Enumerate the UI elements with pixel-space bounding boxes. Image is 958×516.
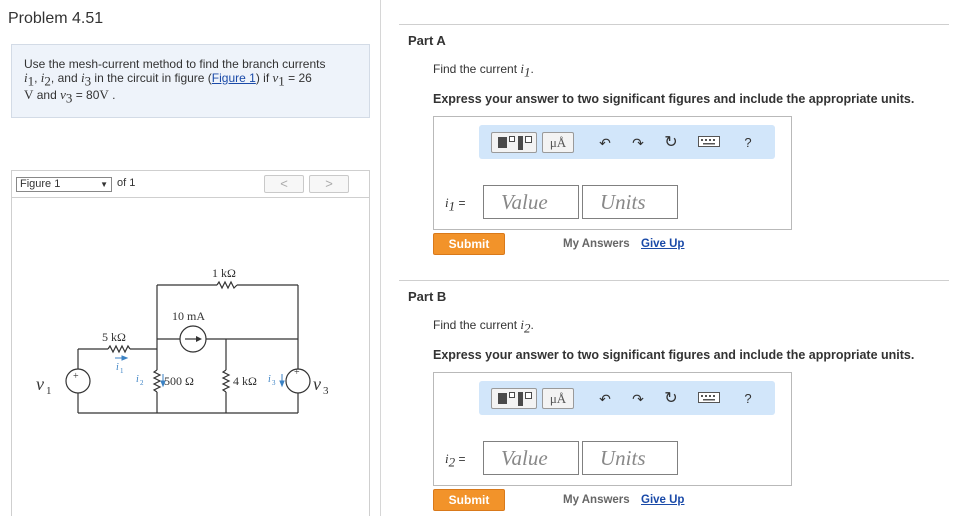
label-v1: v — [36, 374, 44, 394]
resistor-500 — [152, 369, 162, 393]
problem-panel: Problem 4.51 Use the mesh-current method… — [0, 0, 381, 516]
problem-text-3: ) if — [255, 71, 273, 85]
v3-value: = 80 — [72, 88, 100, 103]
math-toolbar: μÅ ↶ ↷ ↻ ? — [479, 381, 775, 415]
units-icon[interactable]: μÅ — [542, 132, 574, 153]
part-a-answer-box: μÅ ↶ ↷ ↻ ? i1 = Value Units — [433, 116, 792, 230]
units-input[interactable]: Units — [582, 441, 678, 475]
label-eq: = — [455, 196, 466, 210]
problem-text-2: in the circuit in figure ( — [91, 71, 212, 85]
next-figure-button[interactable]: > — [309, 175, 349, 193]
label-10ma: 10 mA — [172, 309, 205, 323]
part-b-answer-box: μÅ ↶ ↷ ↻ ? i2 = Value Units — [433, 372, 792, 486]
label-v3: v — [313, 374, 321, 394]
resistor-4k — [221, 369, 231, 393]
figure-select-value: Figure 1 — [20, 178, 61, 190]
previous-figure-button[interactable]: < — [264, 175, 304, 193]
units-icon[interactable]: μÅ — [542, 388, 574, 409]
figure-area: Figure 1 ▼ of 1 < > 1 kΩ 10 mA 5 kΩ 500 … — [11, 170, 370, 516]
problem-statement: Use the mesh-current method to find the … — [11, 44, 370, 118]
reset-icon[interactable]: ↻ — [662, 134, 680, 152]
question-text: Find the current — [433, 318, 521, 332]
submit-button[interactable]: Submit — [433, 489, 505, 511]
label-5k: 5 kΩ — [102, 330, 126, 344]
reset-icon[interactable]: ↻ — [662, 390, 680, 408]
resistor-5k — [107, 344, 131, 354]
label-i2-sub: 2 — [140, 379, 144, 387]
figure-toolbar: Figure 1 ▼ of 1 < > — [12, 171, 369, 198]
my-answers-link[interactable]: My Answers — [563, 238, 630, 250]
my-answers-link[interactable]: My Answers — [563, 494, 630, 506]
undo-icon[interactable]: ↶ — [596, 390, 614, 408]
redo-icon[interactable]: ↷ — [629, 134, 647, 152]
unit-v2: V — [99, 87, 109, 103]
label-i3-sub: 3 — [272, 379, 276, 387]
label-i3: i — [268, 374, 271, 385]
keyboard-icon[interactable] — [697, 390, 721, 408]
figure-select[interactable]: Figure 1 ▼ — [16, 177, 112, 192]
figure-count: of 1 — [117, 177, 136, 189]
label-1k: 1 kΩ — [212, 266, 236, 280]
give-up-link[interactable]: Give Up — [641, 238, 684, 250]
part-a-instruction: Express your answer to two significant f… — [433, 92, 915, 106]
redo-icon[interactable]: ↷ — [629, 390, 647, 408]
keyboard-icon[interactable] — [697, 134, 721, 152]
help-icon[interactable]: ? — [739, 134, 757, 152]
period: . — [108, 88, 116, 103]
label-i2: i — [136, 374, 139, 385]
question-suffix: . — [530, 318, 534, 332]
label-plus-v1: + — [73, 371, 79, 382]
label-i1-sub: 1 — [120, 367, 124, 375]
caret-down-icon: ▼ — [100, 180, 108, 189]
submit-button[interactable]: Submit — [433, 233, 505, 255]
question-suffix: . — [530, 62, 534, 76]
part-b-question: Find the current i2. — [433, 317, 534, 336]
answer-label: i1 = — [445, 195, 465, 214]
part-b-title: Part B — [408, 289, 447, 304]
label-500: 500 Ω — [164, 374, 194, 388]
fraction-template-icon[interactable] — [491, 132, 537, 153]
and-text: , and — [50, 71, 81, 85]
give-up-link[interactable]: Give Up — [641, 494, 684, 506]
label-4k: 4 kΩ — [233, 374, 257, 388]
part-a-title: Part A — [408, 33, 446, 48]
figure-link[interactable]: Figure 1 — [212, 71, 256, 85]
part-b-instruction: Express your answer to two significant f… — [433, 348, 915, 362]
value-input[interactable]: Value — [483, 185, 579, 219]
math-toolbar: μÅ ↶ ↷ ↻ ? — [479, 125, 775, 159]
question-text: Find the current — [433, 62, 521, 76]
fraction-template-icon[interactable] — [491, 388, 537, 409]
and-text-2: and — [33, 88, 61, 103]
label-v1-sub: 1 — [46, 385, 52, 397]
answer-label: i2 = — [445, 451, 465, 470]
part-b-divider — [399, 280, 949, 281]
part-a-divider — [399, 24, 949, 25]
label-v3-sub: 3 — [323, 385, 329, 397]
unit-v: V — [24, 87, 34, 103]
resistor-1k — [216, 280, 238, 290]
circuit-diagram: 1 kΩ 10 mA 5 kΩ 500 Ω 4 kΩ v 1 v 3 + + i… — [36, 266, 329, 414]
problem-title: Problem 4.51 — [8, 10, 104, 27]
comma: , — [34, 71, 41, 85]
undo-icon[interactable]: ↶ — [596, 134, 614, 152]
label-plus-v3: + — [294, 367, 300, 378]
value-input[interactable]: Value — [483, 441, 579, 475]
part-a-question: Find the current i1. — [433, 61, 534, 80]
i1-arrow-head — [121, 355, 129, 361]
problem-text: Use the mesh-current method to find the … — [24, 57, 326, 71]
v1-value: = 26 — [284, 71, 312, 85]
label-i1: i — [116, 362, 119, 373]
label-eq: = — [455, 452, 466, 466]
help-icon[interactable]: ? — [739, 390, 757, 408]
units-input[interactable]: Units — [582, 185, 678, 219]
i3-arrow-head — [279, 380, 285, 388]
